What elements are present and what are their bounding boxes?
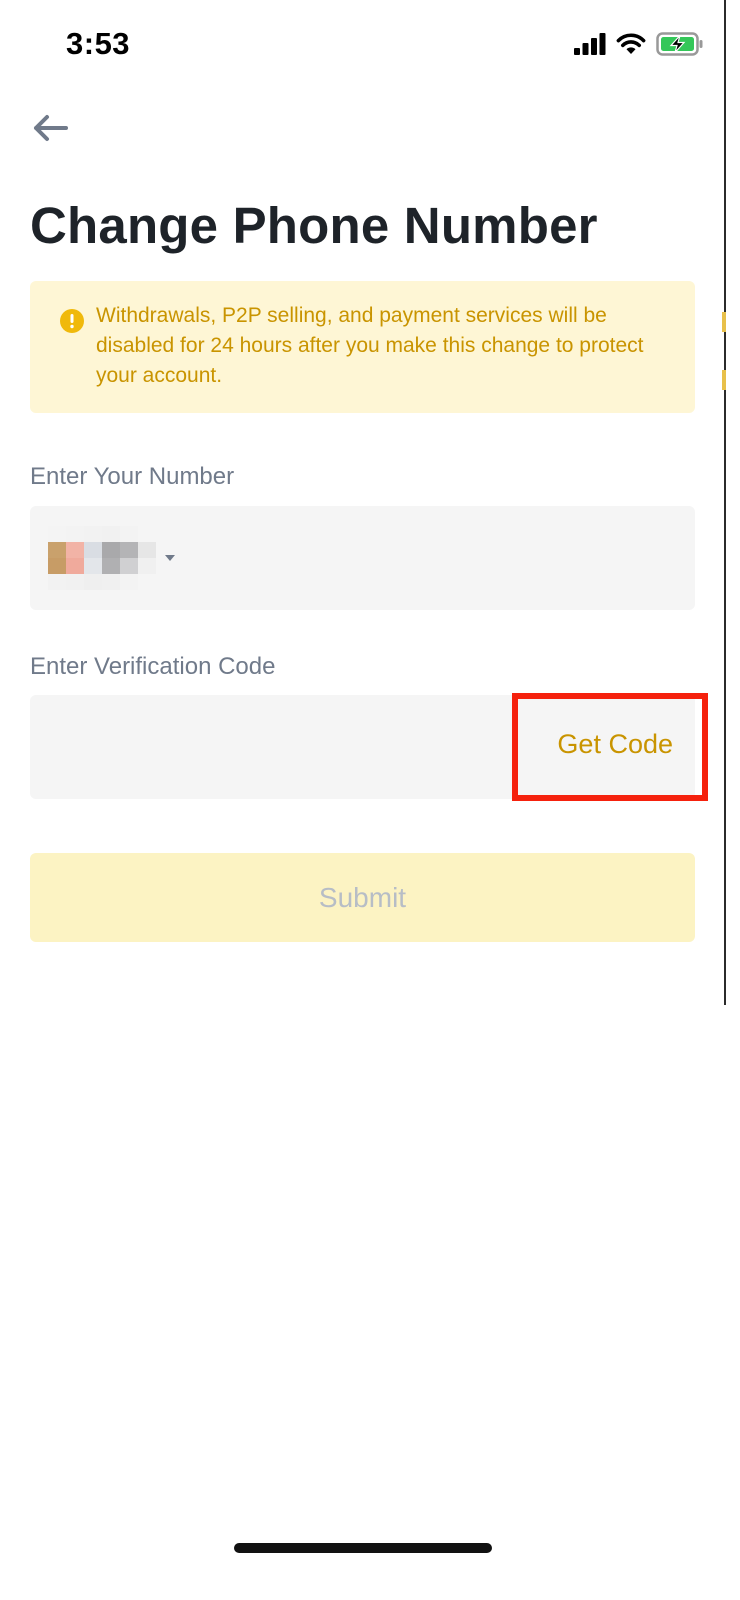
status-icons — [574, 32, 704, 61]
back-arrow-icon — [32, 113, 68, 148]
status-time: 3:53 — [66, 26, 131, 61]
redacted-country-flag — [48, 526, 156, 590]
verification-code-field[interactable]: Get Code — [30, 695, 695, 799]
caret-down-icon — [164, 549, 176, 567]
verification-code-label: Enter Verification Code — [30, 653, 276, 680]
back-button[interactable] — [28, 108, 72, 152]
right-edge-divider — [724, 0, 726, 1005]
warning-text: Withdrawals, P2P selling, and payment se… — [96, 304, 644, 387]
page-title: Change Phone Number — [30, 197, 598, 254]
phone-number-field[interactable] — [30, 506, 695, 610]
submit-button[interactable]: Submit — [30, 853, 695, 942]
exclamation-circle-icon — [60, 309, 84, 333]
warning-banner: Withdrawals, P2P selling, and payment se… — [30, 281, 695, 413]
get-code-button[interactable]: Get Code — [557, 729, 673, 760]
phone-number-label: Enter Your Number — [30, 463, 235, 490]
verification-code-input[interactable] — [30, 695, 510, 799]
wifi-icon — [616, 33, 646, 60]
home-indicator[interactable] — [234, 1543, 492, 1553]
status-bar: 3:53 — [0, 0, 740, 96]
edge-mark — [722, 312, 726, 332]
battery-charging-icon — [656, 32, 704, 61]
cellular-signal-icon — [574, 33, 606, 60]
country-code-selector[interactable] — [48, 526, 176, 590]
edge-mark — [722, 370, 726, 390]
